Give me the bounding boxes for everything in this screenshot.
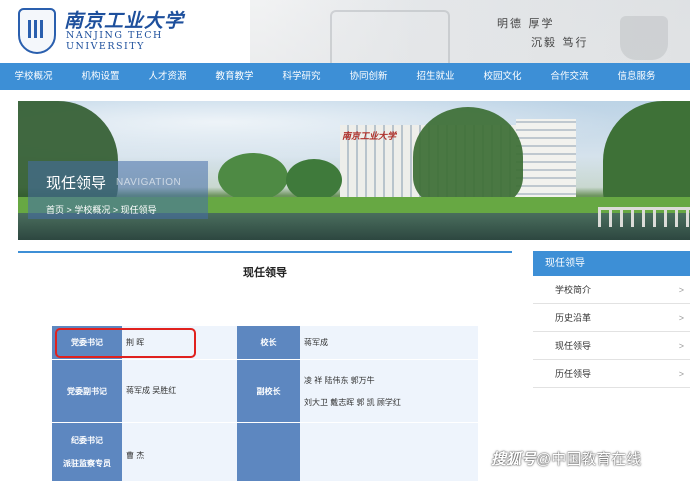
logo-english-line1: NANJING TECH	[66, 30, 163, 41]
chevron-right-icon: >	[678, 341, 684, 351]
nav-item-info-services[interactable]: 信息服务	[603, 63, 670, 90]
value-vice-president-line2: 刘大卫 戴志晖 郭 凯 顾学红	[304, 398, 401, 407]
nav-item-campus-culture[interactable]: 校园文化	[469, 63, 536, 90]
watermark: 搜狐号@中国教育在线	[491, 448, 641, 469]
sidebar-item-label: 历史沿革	[555, 313, 592, 323]
motto-line2: 沉毅 笃行	[531, 36, 589, 49]
main-nav: 学校概况 机构设置 人才资源 教育教学 科学研究 协同创新 招生就业 校园文化 …	[0, 63, 690, 90]
breadcrumb-separator: >	[66, 205, 72, 215]
watermark-brand: 搜狐号	[491, 451, 537, 468]
nav-item-education[interactable]: 教育教学	[201, 63, 268, 90]
nav-item-admissions[interactable]: 招生就业	[402, 63, 469, 90]
highlight-box	[55, 328, 196, 358]
banner-tree-small	[218, 153, 288, 201]
value-discipline-secretary: 曹 杰	[126, 451, 145, 460]
nav-item-innovation[interactable]: 协同创新	[335, 63, 402, 90]
sidebar-item-history[interactable]: 历史沿革 >	[533, 304, 690, 332]
logo-chinese-name[interactable]: 南京工业大学	[64, 6, 184, 33]
value-vice-president-line1: 凌 祥 陆伟东 郭万牛	[304, 376, 375, 385]
banner-title: 现任领导	[46, 175, 107, 192]
nav-item-research[interactable]: 科学研究	[268, 63, 335, 90]
logo-english-name[interactable]: NANJING TECH UNIVERSITY	[66, 30, 163, 52]
chevron-right-icon: >	[678, 285, 684, 295]
value-president: 蒋军成	[304, 338, 328, 347]
motto-line1: 明德 厚学	[497, 17, 555, 30]
banner-building-sign: 南京工业大学	[342, 132, 397, 142]
label-discipline-secretary: 纪委书记 派驻监察专员	[52, 423, 122, 481]
sidebar-item-label: 历任领导	[555, 369, 592, 379]
label-discipline-secretary-line1: 纪委书记	[71, 436, 103, 445]
sidebar-item-label: 现任领导	[555, 341, 592, 351]
label-empty	[237, 423, 300, 481]
banner-title-en: NAVIGATION	[116, 177, 182, 188]
logo-english-line2: UNIVERSITY	[66, 41, 145, 52]
chevron-right-icon: >	[678, 369, 684, 379]
nav-item-talent[interactable]: 人才资源	[134, 63, 201, 90]
breadcrumb-separator: >	[112, 205, 119, 215]
breadcrumb-about[interactable]: 学校概况	[74, 205, 110, 215]
header-arch-image	[330, 10, 450, 63]
content-divider	[18, 251, 512, 253]
banner-building-tower	[516, 119, 576, 201]
nav-item-organization[interactable]: 机构设置	[67, 63, 134, 90]
campus-banner: 南京工业大学 现任领导 NAVIGATION 首页 > 学校概况 > 现任领导	[18, 101, 690, 240]
breadcrumb-current[interactable]: 现任领导	[121, 205, 157, 215]
label-president: 校长	[237, 326, 300, 359]
nav-item-about[interactable]: 学校概况	[0, 63, 67, 90]
university-emblem-icon[interactable]	[18, 8, 56, 54]
breadcrumb-home[interactable]: 首页	[46, 205, 64, 215]
watermark-text: @中国教育在线	[536, 451, 642, 468]
label-discipline-secretary-line2: 派驻监察专员	[63, 459, 111, 468]
breadcrumb: 首页 > 学校概况 > 现任领导	[46, 203, 157, 216]
label-vice-president: 副校长	[237, 360, 300, 422]
value-deputy-party-secretary: 蒋军成 吴胜红	[126, 386, 177, 395]
page-title: 现任领导	[243, 267, 287, 279]
banner-tree-mid	[413, 107, 523, 207]
sidebar-item-past-leaders[interactable]: 历任领导 >	[533, 360, 690, 388]
sidebar-item-current-leaders[interactable]: 现任领导 >	[533, 332, 690, 360]
sidebar-item-school-intro[interactable]: 学校简介 >	[533, 276, 690, 304]
header-urn-image	[620, 16, 668, 60]
label-deputy-party-secretary: 党委副书记	[52, 360, 122, 422]
nav-item-cooperation[interactable]: 合作交流	[536, 63, 603, 90]
banner-tree-small	[286, 159, 342, 201]
sidebar-title: 现任领导	[533, 251, 690, 276]
chevron-right-icon: >	[678, 313, 684, 323]
site-header: 南京工业大学 NANJING TECH UNIVERSITY 明德 厚学 沉毅 …	[0, 0, 690, 63]
sidebar-item-label: 学校简介	[555, 285, 592, 295]
banner-railing	[598, 207, 690, 227]
